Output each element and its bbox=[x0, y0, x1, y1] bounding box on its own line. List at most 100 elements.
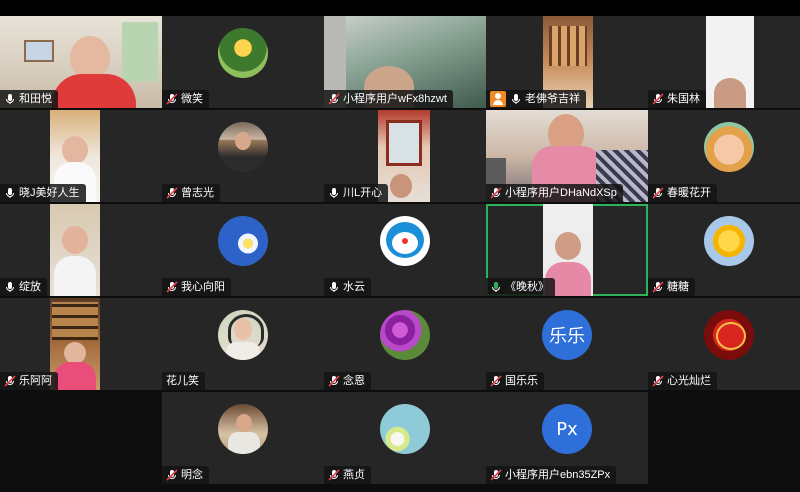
microphone-muted-icon bbox=[166, 281, 178, 293]
participant-tile[interactable]: 我心向阳 bbox=[162, 204, 324, 296]
participant-name: 我心向阳 bbox=[181, 281, 225, 293]
avatar-initials: 乐乐 bbox=[542, 310, 592, 360]
participant-name: 川L开心 bbox=[343, 187, 383, 199]
participant-tile[interactable]: 花儿笑 bbox=[162, 298, 324, 390]
participant-label: 乐阿阿 bbox=[0, 372, 58, 390]
host-badge-icon bbox=[490, 91, 506, 107]
avatar bbox=[218, 216, 268, 266]
avatar bbox=[380, 404, 430, 454]
participant-label: 糖糖 bbox=[648, 278, 695, 296]
participant-label: 国乐乐 bbox=[486, 372, 544, 390]
participant-name: 晓J美好人生 bbox=[19, 187, 80, 199]
participant-tile-active-speaker[interactable]: 《晚秋》 bbox=[486, 204, 648, 296]
participant-tile[interactable]: 心光灿烂 bbox=[648, 298, 800, 390]
participant-tile[interactable]: 绽放 bbox=[0, 204, 162, 296]
participant-tile[interactable]: 乐乐 国乐乐 bbox=[486, 298, 648, 390]
microphone-muted-icon bbox=[328, 93, 340, 105]
microphone-icon bbox=[6, 188, 14, 198]
participant-label: 我心向阳 bbox=[162, 278, 231, 296]
participant-name: 绽放 bbox=[19, 281, 41, 293]
microphone-muted-icon bbox=[652, 93, 664, 105]
participant-tile[interactable]: 念恩 bbox=[324, 298, 486, 390]
microphone-icon bbox=[6, 94, 14, 104]
avatar bbox=[704, 310, 754, 360]
avatar bbox=[704, 122, 754, 172]
microphone-muted-icon bbox=[166, 93, 178, 105]
participant-tile[interactable]: Px 小程序用户ebn35ZPx bbox=[486, 392, 648, 484]
participant-label: 燕贞 bbox=[324, 466, 371, 484]
participant-name: 念恩 bbox=[343, 375, 365, 387]
participant-name: 小程序用户wFx8hzwt bbox=[343, 93, 447, 105]
participant-tile[interactable]: 晓J美好人生 bbox=[0, 110, 162, 202]
avatar bbox=[218, 28, 268, 78]
participant-tile[interactable]: 糖糖 bbox=[648, 204, 800, 296]
participant-label: 花儿笑 bbox=[162, 372, 205, 390]
participant-tile[interactable]: 乐阿阿 bbox=[0, 298, 162, 390]
participant-name: 微笑 bbox=[181, 93, 203, 105]
avatar bbox=[380, 216, 430, 266]
participant-label: 曾志光 bbox=[162, 184, 220, 202]
participant-tile[interactable]: 曾志光 bbox=[162, 110, 324, 202]
avatar bbox=[218, 122, 268, 172]
avatar bbox=[218, 310, 268, 360]
microphone-muted-icon bbox=[328, 375, 340, 387]
microphone-icon bbox=[512, 94, 520, 104]
participant-name: 糖糖 bbox=[667, 281, 689, 293]
participant-name: 国乐乐 bbox=[505, 375, 538, 387]
participant-tile[interactable]: 明念 bbox=[162, 392, 324, 484]
participant-label: 川L开心 bbox=[324, 184, 389, 202]
participant-name: 和田悦 bbox=[19, 93, 52, 105]
participant-video bbox=[706, 16, 754, 108]
microphone-muted-icon bbox=[4, 375, 16, 387]
participant-label: 朱国林 bbox=[648, 90, 706, 108]
microphone-icon bbox=[6, 282, 14, 292]
participant-label: 小程序用户ebn35ZPx bbox=[486, 466, 617, 484]
participant-label: 水云 bbox=[324, 278, 371, 296]
participant-tile[interactable]: 小程序用户DHaNdXSp bbox=[486, 110, 648, 202]
microphone-muted-icon bbox=[652, 187, 664, 199]
participant-name: 燕贞 bbox=[343, 469, 365, 481]
avatar bbox=[704, 216, 754, 266]
participant-label: 微笑 bbox=[162, 90, 209, 108]
microphone-speaking-icon bbox=[492, 282, 500, 292]
participant-name: 小程序用户DHaNdXSp bbox=[505, 187, 617, 199]
participant-label: 小程序用户DHaNdXSp bbox=[486, 184, 623, 202]
participant-name: 花儿笑 bbox=[166, 375, 199, 387]
participant-tile[interactable]: 微笑 bbox=[162, 16, 324, 108]
participant-label: 春暖花开 bbox=[648, 184, 717, 202]
participant-name: 明念 bbox=[181, 469, 203, 481]
participant-tile[interactable]: 老佛爷吉祥 bbox=[486, 16, 648, 108]
microphone-muted-icon bbox=[490, 375, 502, 387]
participant-tile[interactable]: 小程序用户wFx8hzwt bbox=[324, 16, 486, 108]
participant-tile[interactable]: 川L开心 bbox=[324, 110, 486, 202]
microphone-muted-icon bbox=[166, 187, 178, 199]
participant-label: 《晚秋》 bbox=[486, 278, 555, 296]
participant-tile[interactable]: 水云 bbox=[324, 204, 486, 296]
microphone-muted-icon bbox=[166, 469, 178, 481]
participant-label: 晓J美好人生 bbox=[0, 184, 86, 202]
participant-name: 老佛爷吉祥 bbox=[525, 93, 580, 105]
participant-tile[interactable]: 春暖花开 bbox=[648, 110, 800, 202]
top-bar bbox=[0, 0, 800, 16]
avatar bbox=[380, 310, 430, 360]
microphone-icon bbox=[330, 282, 338, 292]
video-grid: 和田悦 微笑 小程序用户wFx8hzwt 老佛爷吉祥 朱国林 晓J美好人生 曾志… bbox=[0, 16, 800, 492]
microphone-icon bbox=[330, 188, 338, 198]
microphone-muted-icon bbox=[328, 469, 340, 481]
participant-label: 老佛爷吉祥 bbox=[486, 90, 586, 108]
participant-video bbox=[50, 204, 100, 296]
participant-label: 和田悦 bbox=[0, 90, 58, 108]
participant-label: 明念 bbox=[162, 466, 209, 484]
microphone-muted-icon bbox=[490, 469, 502, 481]
participant-tile[interactable]: 朱国林 bbox=[648, 16, 800, 108]
participant-tile[interactable]: 燕贞 bbox=[324, 392, 486, 484]
avatar bbox=[218, 404, 268, 454]
participant-tile[interactable]: 和田悦 bbox=[0, 16, 162, 108]
participant-name: 春暖花开 bbox=[667, 187, 711, 199]
participant-label: 绽放 bbox=[0, 278, 47, 296]
participant-label: 心光灿烂 bbox=[648, 372, 717, 390]
microphone-muted-icon bbox=[652, 375, 664, 387]
participant-label: 念恩 bbox=[324, 372, 371, 390]
participant-name: 曾志光 bbox=[181, 187, 214, 199]
participant-name: 《晚秋》 bbox=[505, 281, 549, 293]
